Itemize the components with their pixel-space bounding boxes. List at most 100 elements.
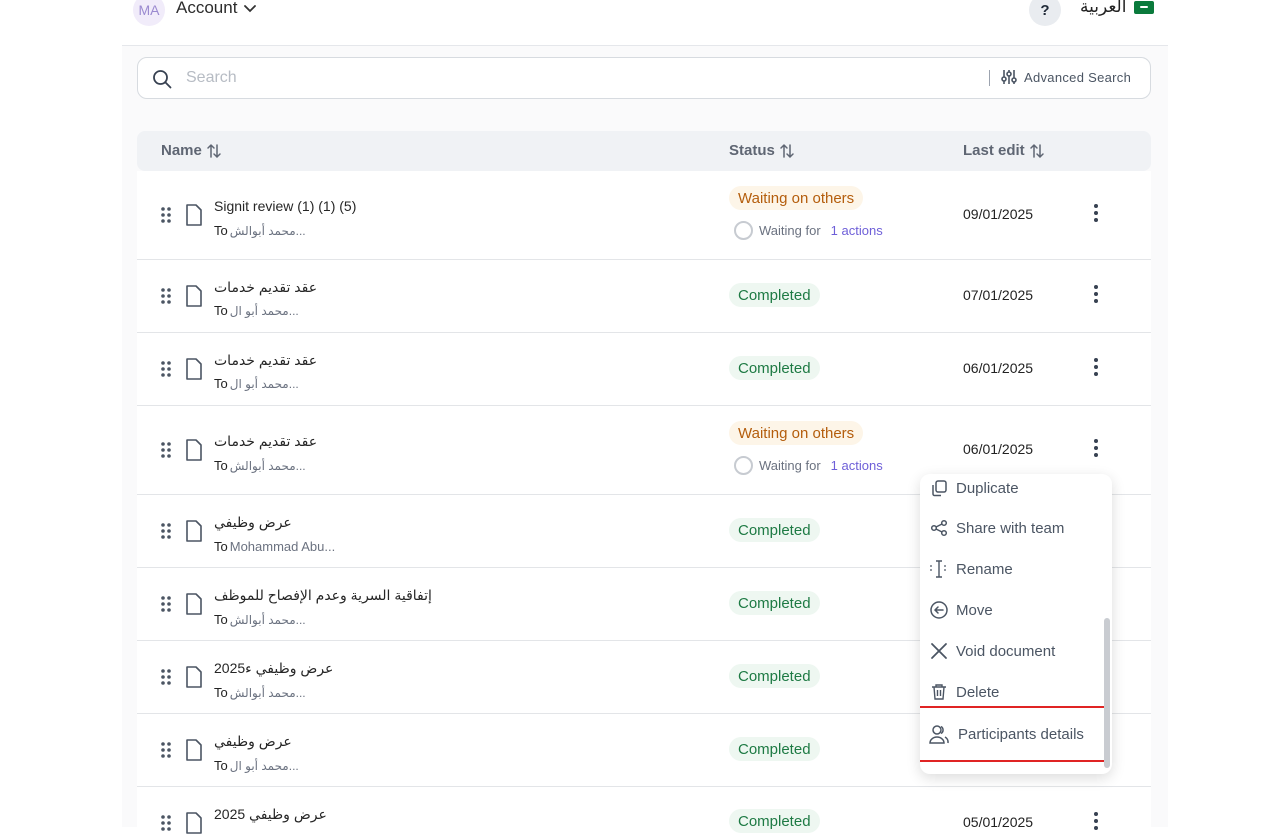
table-row[interactable]: Signit review (1) (1) (5) To محمد أبوالش.… [137, 171, 1151, 260]
recipient: To محمد أبوالش... [214, 223, 306, 238]
menu-item-void-document[interactable]: Void document [920, 637, 1104, 665]
actions-link[interactable]: 1 actions [831, 223, 883, 238]
status-badge: Waiting on others [729, 421, 864, 445]
document-icon [186, 439, 202, 461]
menu-item-share-with-team[interactable]: Share with team [920, 514, 1104, 542]
table-row[interactable]: عرض وظيفي 2025 Completed 05/01/2025 [137, 787, 1151, 834]
search-bar: Advanced Search [137, 57, 1151, 99]
waiting-label: Waiting for [759, 458, 821, 473]
search-divider [989, 70, 990, 86]
document-icon [186, 593, 202, 615]
advanced-search-button[interactable]: Advanced Search [1000, 68, 1131, 86]
duplicate-icon [932, 480, 947, 497]
advanced-search-label: Advanced Search [1024, 69, 1132, 85]
recipient: To Mohammad Abu... [214, 539, 335, 554]
menu-item-label: Share with team [956, 519, 1065, 537]
recipient: To محمد أبوالش... [214, 458, 306, 473]
menu-item-rename[interactable]: Rename [920, 555, 1104, 583]
recipient-name: محمد أبو ال... [229, 759, 299, 773]
actions-link[interactable]: 1 actions [831, 458, 883, 473]
recipient: To محمد أبو ال... [214, 303, 299, 318]
search-input[interactable] [186, 66, 966, 90]
close-icon [931, 643, 947, 659]
recipient: To محمد أبو ال... [214, 376, 299, 391]
document-title[interactable]: عقد تقديم خدمات [214, 279, 317, 296]
more-options-icon[interactable] [1091, 811, 1101, 831]
sort-icon [207, 143, 221, 158]
status-badge: Completed [729, 356, 820, 380]
menu-item-label: Move [956, 601, 993, 619]
drag-handle-icon[interactable] [160, 523, 172, 539]
document-title[interactable]: عقد تقديم خدمات [214, 433, 317, 450]
column-label: Status [729, 142, 775, 159]
document-context-menu: Duplicate Share with team Rename Move Vo… [920, 474, 1112, 774]
document-title[interactable]: عقد تقديم خدمات [214, 352, 317, 369]
language-label: العربية [1080, 0, 1127, 16]
drag-handle-icon[interactable] [160, 596, 172, 612]
column-header-status[interactable]: Status [729, 142, 795, 159]
account-menu[interactable]: Account [176, 0, 257, 18]
document-icon [186, 285, 202, 307]
document-title[interactable]: عرض وظيفي 2025 [214, 806, 327, 823]
drag-handle-icon[interactable] [160, 207, 172, 223]
search-icon [153, 70, 172, 89]
waiting-label: Waiting for [759, 223, 821, 238]
status-badge: Completed [729, 664, 820, 688]
sort-icon [780, 143, 794, 158]
more-options-icon[interactable] [1091, 284, 1101, 304]
language-switch[interactable]: العربية [1080, 0, 1155, 17]
menu-item-label: Rename [956, 560, 1013, 578]
chevron-down-icon [244, 5, 257, 13]
status-badge: Completed [729, 809, 820, 833]
participants-icon [929, 725, 949, 744]
help-button[interactable]: ? [1029, 0, 1061, 26]
avatar[interactable]: MA [133, 0, 165, 26]
document-title[interactable]: عرض وظيفي ء2025 [214, 660, 333, 677]
column-header-name[interactable]: Name [161, 142, 222, 159]
menu-item-duplicate[interactable]: Duplicate [920, 474, 1104, 502]
last-edit-date: 06/01/2025 [963, 360, 1034, 376]
sliders-icon [1001, 70, 1017, 84]
more-options-icon[interactable] [1091, 357, 1101, 377]
document-icon [186, 739, 202, 761]
saudi-flag-icon [1134, 0, 1155, 14]
to-label: To [214, 376, 228, 391]
recipient: To محمد أبوالش... [214, 612, 306, 627]
drag-handle-icon[interactable] [160, 669, 172, 685]
drag-handle-icon[interactable] [160, 361, 172, 377]
more-options-icon[interactable] [1091, 203, 1101, 223]
column-header-last-edit[interactable]: Last edit [963, 142, 1045, 159]
table-row[interactable]: عقد تقديم خدمات To محمد أبو ال... Complet… [137, 333, 1151, 406]
to-label: To [214, 612, 228, 627]
status-badge: Completed [729, 737, 820, 761]
drag-handle-icon[interactable] [160, 288, 172, 304]
recipient-name: Mohammad Abu... [229, 539, 336, 554]
drag-handle-icon[interactable] [160, 815, 172, 831]
waiting-info: Waiting for 1 actions [734, 221, 883, 240]
document-icon [186, 358, 202, 380]
document-title[interactable]: عرض وظيفي [214, 514, 292, 531]
status-badge: Completed [729, 518, 820, 542]
menu-item-participants-details[interactable]: Participants details [920, 706, 1106, 762]
menu-item-move[interactable]: Move [920, 596, 1104, 624]
more-options-icon[interactable] [1091, 438, 1101, 458]
menu-item-delete[interactable]: Delete [920, 678, 1104, 706]
document-title[interactable]: Signit review (1) (1) (5) [214, 198, 356, 214]
document-title[interactable]: عرض وظيفي [214, 733, 292, 750]
to-label: To [214, 685, 228, 700]
recipient-name: محمد أبوالش... [229, 686, 306, 700]
document-icon [186, 520, 202, 542]
table-row[interactable]: عقد تقديم خدمات To محمد أبو ال... Complet… [137, 260, 1151, 333]
drag-handle-icon[interactable] [160, 442, 172, 458]
status-badge: Waiting on others [729, 186, 864, 210]
drag-handle-icon[interactable] [160, 742, 172, 758]
status-badge: Completed [729, 283, 820, 307]
menu-scrollbar[interactable] [1104, 618, 1110, 768]
column-label: Name [161, 142, 202, 159]
document-title[interactable]: إتفاقية السرية وعدم الإفصاح للموظف [214, 587, 432, 604]
account-label: Account [176, 0, 238, 17]
recipient-name: محمد أبوالش... [229, 459, 306, 473]
recipient-name: محمد أبو ال... [229, 377, 299, 391]
document-icon [186, 666, 202, 688]
rename-icon [930, 560, 946, 578]
